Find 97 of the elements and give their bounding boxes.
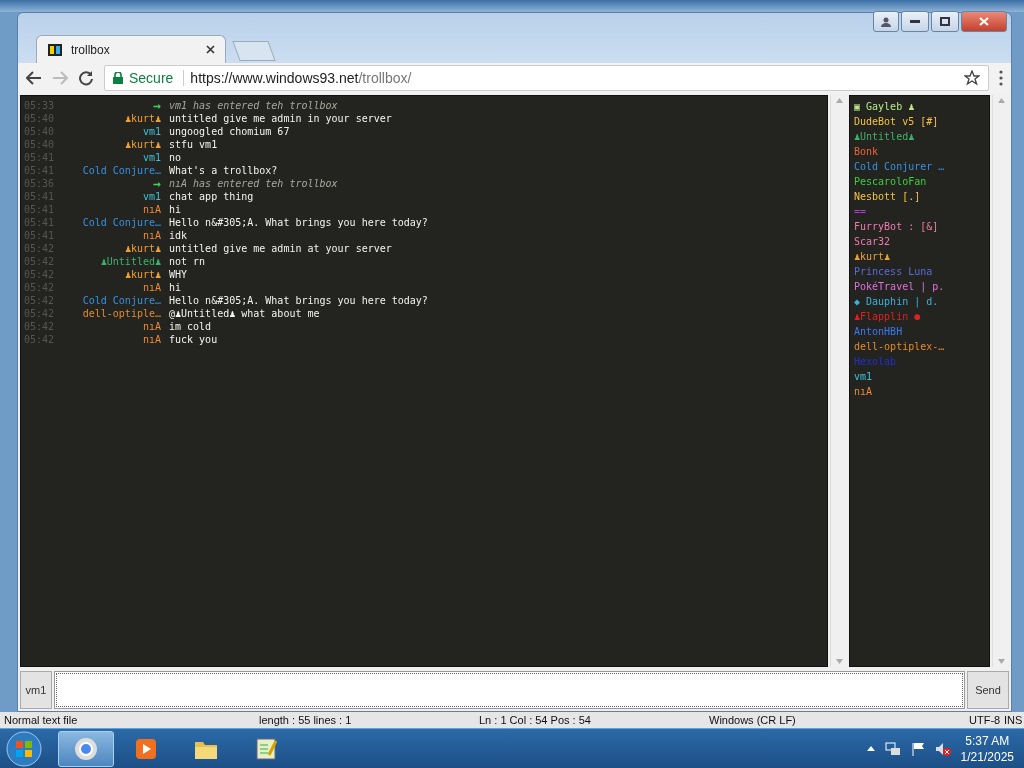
username: Cold Conjure… [81, 294, 161, 307]
minimize-icon [910, 19, 920, 24]
user-name[interactable]: == [854, 204, 985, 219]
close-button[interactable] [961, 11, 1007, 32]
start-button[interactable] [4, 730, 44, 767]
user-name[interactable]: ♟Untitled♟ [854, 129, 985, 144]
username: nıA [141, 333, 161, 346]
clock-date[interactable]: 1/21/2025 [960, 748, 1014, 765]
username: ♟Untitled♟ [99, 255, 161, 268]
user-name[interactable]: PokéTravel | p. [854, 279, 985, 294]
message-text: idk [169, 229, 189, 242]
nickname-button[interactable]: vm1 [20, 671, 52, 709]
username: Cold Conjure… [81, 216, 161, 229]
maximize-icon [940, 17, 950, 26]
reload-icon[interactable] [78, 70, 94, 86]
arrow-icon: → [153, 176, 161, 191]
message-text: untitled give me admin in your server [169, 112, 393, 125]
close-icon[interactable] [206, 45, 215, 54]
username: vm1 [141, 190, 161, 203]
user-name[interactable]: AntonHBH [854, 324, 985, 339]
send-button[interactable]: Send [967, 671, 1009, 709]
user-name[interactable]: Nesbott [.] [854, 189, 985, 204]
status-text: Normal text file [4, 714, 79, 726]
maximize-button[interactable] [931, 11, 959, 32]
minimize-button[interactable] [901, 11, 929, 32]
message-text: hi [169, 281, 183, 294]
user-name[interactable]: nıA [854, 384, 985, 399]
url-text: https://www.windows93.net [190, 70, 359, 86]
username: vm1 [141, 151, 161, 164]
system-message: nıA has entered teh trollbox [169, 177, 339, 191]
profile-button[interactable] [873, 11, 899, 32]
status-text: Ln : 1 Col : 54 Pos : 54 [479, 714, 592, 726]
username: Cold Conjure… [81, 164, 161, 177]
app-icon [47, 41, 63, 58]
muted-speaker-icon[interactable] [934, 741, 951, 756]
message-text: no [169, 151, 183, 164]
username: vm1 [141, 125, 161, 138]
message-text: Hello n&#305;A. What brings you here today? [169, 216, 429, 229]
message-text: untitled give me admin at your server [169, 242, 393, 255]
network-icon[interactable] [884, 741, 901, 756]
message-text: WHY [169, 268, 189, 281]
message-text: Hello n&#305;A. What brings you here today? [169, 294, 429, 307]
user-name[interactable]: vm1 [854, 369, 985, 384]
lock-icon [113, 72, 123, 84]
browser-tab[interactable]: trollbox [36, 35, 226, 63]
username: ♟kurt♟ [123, 268, 161, 281]
message-text: ungoogled chomium 67 [169, 125, 291, 138]
system-message: vm1 has entered teh trollbox [169, 99, 339, 113]
message-input[interactable] [54, 671, 965, 709]
user-name[interactable]: Cold Conjurer … [854, 159, 985, 174]
user-name[interactable]: Bonk [854, 144, 985, 159]
username: nıA [141, 229, 161, 242]
user-name[interactable]: Scar32 [854, 234, 985, 249]
message-text: not rn [169, 255, 207, 268]
user-name[interactable]: dell-optiplex-… [854, 339, 985, 354]
user-name[interactable]: ◆ Dauphin | d. [854, 294, 985, 309]
person-icon [881, 16, 891, 27]
user-name[interactable]: ♟kurt♟ [854, 249, 985, 264]
url-path: /trollbox/ [358, 70, 412, 86]
arrow-icon: → [153, 98, 161, 113]
flag-icon[interactable] [910, 741, 925, 756]
address-bar[interactable]: Secure https://www.windows93.net/trollbox/ [104, 65, 989, 91]
browser-icon [74, 736, 98, 761]
username: nıA [141, 203, 161, 216]
taskbar-button[interactable] [58, 730, 114, 767]
user-name[interactable]: ♟Flapplin ● [854, 309, 985, 324]
message-text: im cold [169, 320, 213, 333]
status-text: Windows (CR LF) [709, 714, 797, 726]
star-icon[interactable] [964, 70, 980, 86]
clock-time[interactable]: 5:37 AM [965, 732, 1010, 749]
status-text: INS [1004, 714, 1024, 726]
message-text: stfu vm1 [169, 138, 219, 151]
message-text: hi [169, 203, 183, 216]
username: nıA [141, 320, 161, 333]
message-text: @♟Untitled♟ what about me [169, 307, 321, 320]
message-text: fuck you [169, 333, 219, 346]
secure-label: Secure [129, 70, 174, 86]
close-icon [979, 17, 989, 26]
status-text: length : 55 lines : 1 [259, 714, 353, 726]
username: ♟kurt♟ [123, 138, 161, 151]
user-name[interactable]: Princess Luna [854, 264, 985, 279]
message-text: chat app thing [169, 190, 255, 203]
notepad-icon [254, 736, 278, 761]
user-name[interactable]: DudeBot v5 [#] [854, 114, 985, 129]
user-name[interactable]: PescaroloFan [854, 174, 985, 189]
user-name[interactable]: ▣ Gayleb ♟ [854, 99, 985, 114]
back-icon[interactable] [26, 71, 42, 85]
username: nıA [141, 281, 161, 294]
username: ♟kurt♟ [123, 242, 161, 255]
username: dell-optiple… [81, 307, 161, 320]
user-name[interactable]: FurryBot : [&] [854, 219, 985, 234]
media-player-icon [134, 736, 158, 761]
message-text: What's a trollbox? [169, 164, 279, 177]
menu-icon[interactable] [999, 70, 1003, 86]
show-hidden-icon[interactable] [866, 746, 875, 751]
username: ♟kurt♟ [123, 112, 161, 125]
status-text: UTF-8 [969, 714, 1002, 726]
